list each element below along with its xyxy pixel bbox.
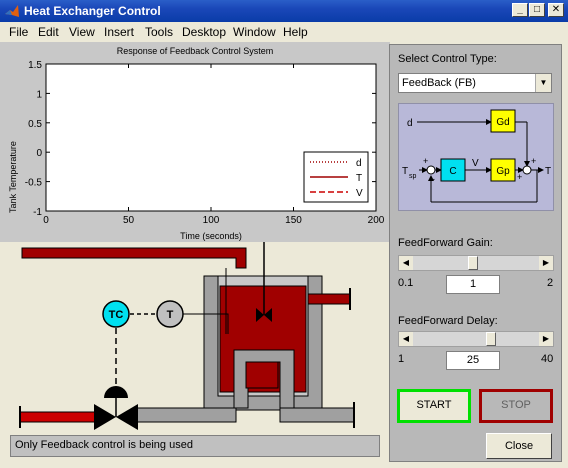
y-tick-label: 1.5 (28, 60, 42, 71)
process-schematic: TC T (19, 242, 355, 430)
y-tick-label: -1 (33, 207, 42, 218)
legend-label-V: V (356, 188, 363, 199)
chevron-right-icon[interactable]: ▶ (539, 332, 553, 346)
title-bar: Heat Exchanger Control _ □ ✕ (0, 0, 568, 22)
y-tick-label: 0.5 (28, 119, 42, 130)
control-type-value: FeedBack (FB) (402, 77, 476, 89)
ff-gain-input[interactable]: 1 (446, 275, 500, 294)
outlet-pipe (307, 293, 351, 305)
sum-junction-2 (522, 165, 532, 175)
window-title: Heat Exchanger Control (24, 4, 161, 18)
menu-view[interactable]: View (69, 25, 95, 39)
controller-label: TC (109, 309, 124, 321)
sum2-plus-left: + (517, 172, 522, 182)
ff-delay-slider[interactable]: ◀ ▶ (398, 331, 554, 347)
menu-insert[interactable]: Insert (104, 25, 134, 39)
menu-edit[interactable]: Edit (38, 25, 59, 39)
sensor-label: T (167, 309, 174, 321)
matlab-icon (5, 5, 19, 17)
gp-label: Gp (496, 166, 510, 177)
ff-gain-label: FeedForward Gain: (398, 237, 493, 249)
block-diagram: d Gd T sp + - C V Gp + + T (398, 103, 554, 211)
diagram-d-label: d (407, 118, 413, 129)
ff-gain-max: 2 (547, 277, 554, 289)
chart-svg: 0 50 100 150 200 1.5 1 0.5 0 -0.5 -1 dTV (25, 60, 385, 226)
legend-label-T: T (356, 173, 362, 184)
x-tick-label: 50 (123, 215, 135, 226)
tsp-label: T (402, 166, 408, 177)
menu-window[interactable]: Window (233, 25, 276, 39)
menu-bar: File Edit View Insert Tools Desktop Wind… (0, 22, 568, 42)
control-panel: Select Control Type: FeedBack (FB) ▼ d G… (389, 44, 562, 462)
ff-gain-thumb[interactable] (468, 256, 479, 270)
menu-help[interactable]: Help (283, 25, 308, 39)
ff-gain-slider[interactable]: ◀ ▶ (398, 255, 554, 271)
menu-desktop[interactable]: Desktop (182, 25, 226, 39)
v-label: V (472, 158, 479, 169)
y-tick-label: -0.5 (25, 178, 43, 189)
x-tick-label: 150 (285, 215, 302, 226)
sum-junction-1 (426, 165, 436, 175)
start-button[interactable]: START (397, 389, 471, 423)
close-button[interactable]: Close (486, 433, 552, 459)
chevron-right-icon[interactable]: ▶ (539, 256, 553, 270)
x-tick-label: 200 (368, 215, 385, 226)
y-tick-label: 0 (36, 148, 42, 159)
chevron-down-icon[interactable]: ▼ (535, 74, 551, 92)
steam-pipe (19, 411, 99, 423)
x-tick-label: 0 (43, 215, 49, 226)
maximize-button[interactable]: □ (529, 3, 545, 17)
menu-tools[interactable]: Tools (145, 25, 173, 39)
close-window-button[interactable]: ✕ (548, 3, 564, 17)
x-tick-label: 100 (203, 215, 220, 226)
diagram-t-label: T (545, 166, 551, 177)
chevron-left-icon[interactable]: ◀ (399, 332, 413, 346)
minimize-button[interactable]: _ (512, 3, 528, 17)
ff-delay-input[interactable]: 25 (446, 351, 500, 370)
sum1-minus: - (432, 174, 435, 184)
ff-delay-thumb[interactable] (486, 332, 497, 346)
response-plot: Response of Feedback Control System Tank… (0, 42, 390, 242)
chevron-left-icon[interactable]: ◀ (399, 256, 413, 270)
inlet-pipe (21, 247, 247, 269)
stop-button[interactable]: STOP (479, 389, 553, 423)
y-tick-label: 1 (36, 89, 42, 100)
status-message: Only Feedback control is being used (10, 435, 380, 457)
control-type-label: Select Control Type: (398, 53, 497, 65)
control-type-select[interactable]: FeedBack (FB) ▼ (398, 73, 552, 93)
ff-delay-label: FeedForward Delay: (398, 315, 498, 327)
ff-delay-min: 1 (398, 353, 405, 365)
ff-gain-min: 0.1 (398, 277, 414, 289)
sum1-plus: + (423, 156, 428, 166)
ff-delay-max: 40 (541, 353, 554, 365)
c-label: C (449, 166, 456, 177)
tsp-subscript: sp (409, 173, 417, 180)
menu-file[interactable]: File (9, 25, 28, 39)
gd-label: Gd (496, 117, 509, 128)
sum2-plus-top: + (531, 156, 536, 166)
legend-label-d: d (356, 158, 362, 169)
